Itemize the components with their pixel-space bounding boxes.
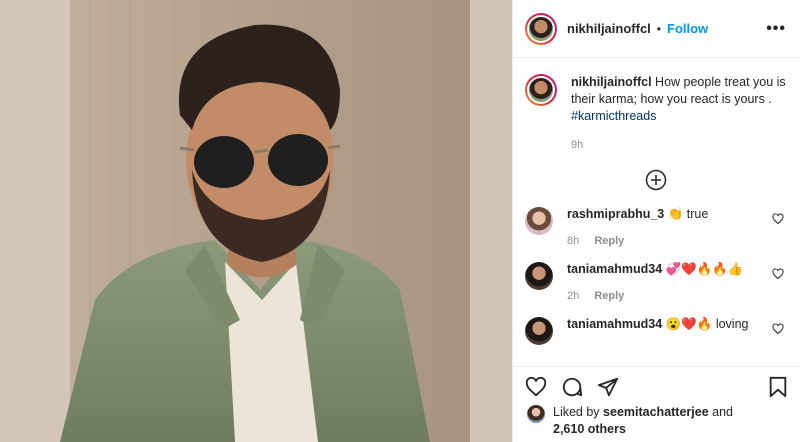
- separator-dot: •: [656, 21, 661, 36]
- share-icon[interactable]: [597, 376, 619, 398]
- post-photo[interactable]: [0, 0, 512, 442]
- comment-time: 8h: [567, 235, 580, 247]
- save-icon[interactable]: [768, 376, 788, 398]
- save-button[interactable]: [768, 376, 788, 398]
- commenter-username[interactable]: rashmiprabhu_3: [567, 207, 664, 221]
- comment-like-icon[interactable]: [772, 268, 784, 280]
- comment-text: 👏 true: [667, 207, 709, 221]
- comment-text: 💞❤️🔥🔥👍: [665, 262, 744, 276]
- like-button[interactable]: [525, 376, 547, 398]
- likes-text: Liked by seemitachatterjee and 2,610 oth…: [553, 404, 733, 438]
- commenter-username[interactable]: taniamahmud34: [567, 262, 662, 276]
- caption-timestamp: 9h: [571, 139, 584, 151]
- comment-item: rashmiprabhu_3 👏 true 8h Reply: [525, 207, 786, 247]
- likes-prefix: Liked by: [553, 405, 600, 419]
- post-header: nikhiljainoffcl • Follow •••: [513, 0, 800, 58]
- comment-like-icon[interactable]: [772, 213, 784, 225]
- post-side-panel: nikhiljainoffcl • Follow ••• nikhiljaino…: [512, 0, 800, 442]
- load-more-comments-icon[interactable]: [645, 169, 667, 191]
- commenter-avatar[interactable]: [525, 317, 553, 345]
- liker-username[interactable]: seemitachatterjee: [603, 405, 709, 419]
- reply-button[interactable]: Reply: [594, 235, 624, 247]
- comment-item: taniamahmud34 💞❤️🔥🔥👍 2h Reply: [525, 262, 786, 302]
- caption-hashtag[interactable]: #karmicthreads: [571, 109, 656, 123]
- share-button[interactable]: [597, 376, 619, 398]
- caption-username[interactable]: nikhiljainoffcl: [571, 75, 652, 89]
- commenter-avatar[interactable]: [525, 262, 553, 290]
- post-image: [0, 0, 512, 442]
- post-caption: nikhiljainoffcl How people treat you is …: [525, 74, 786, 125]
- comment-item: taniamahmud34 😮❤️🔥 loving: [525, 317, 786, 345]
- load-more-comments-button[interactable]: [525, 169, 786, 191]
- comment-button[interactable]: [561, 376, 583, 398]
- author-avatar[interactable]: [525, 12, 557, 45]
- follow-button[interactable]: Follow: [667, 21, 708, 36]
- caption-avatar[interactable]: [525, 74, 557, 106]
- likes-summary: Liked by seemitachatterjee and 2,610 oth…: [527, 404, 788, 438]
- commenter-username[interactable]: taniamahmud34: [567, 317, 662, 331]
- comments-section[interactable]: nikhiljainoffcl How people treat you is …: [513, 58, 800, 364]
- comment-text: 😮❤️🔥 loving: [665, 317, 749, 331]
- commenter-avatar[interactable]: [525, 207, 553, 235]
- comment-like-icon[interactable]: [772, 323, 784, 335]
- caption-text-block: nikhiljainoffcl How people treat you is …: [571, 74, 786, 125]
- comment-icon[interactable]: [561, 376, 583, 398]
- likes-conj: and: [712, 405, 734, 419]
- like-icon[interactable]: [525, 376, 547, 398]
- post-actions-bar: [513, 366, 800, 406]
- reply-button[interactable]: Reply: [594, 290, 624, 302]
- liker-avatar[interactable]: [527, 405, 545, 423]
- author-username[interactable]: nikhiljainoffcl: [567, 21, 651, 36]
- comment-time: 2h: [567, 290, 580, 302]
- more-options-icon[interactable]: •••: [766, 20, 786, 38]
- likes-count[interactable]: 2,610 others: [553, 422, 626, 436]
